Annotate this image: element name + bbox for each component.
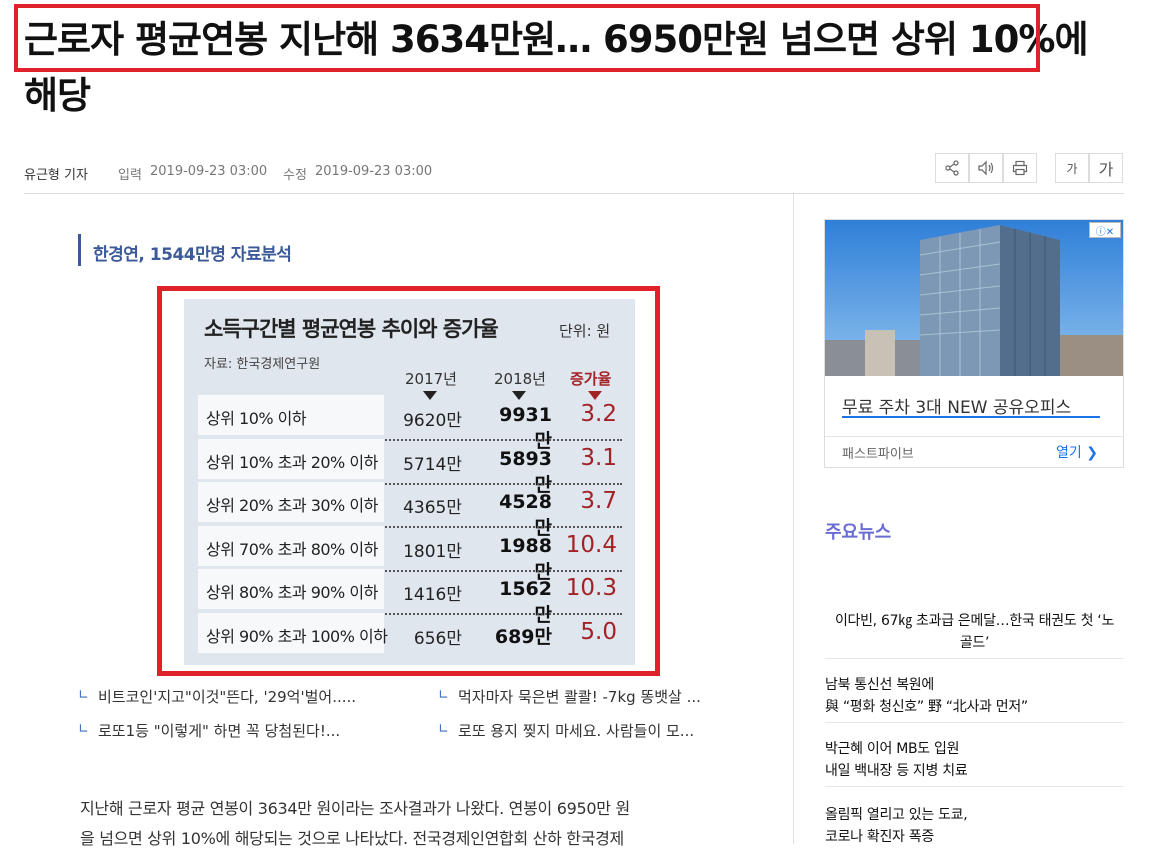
main-news-item[interactable]: 올림픽 열리고 있는 도쿄, 코로나 확진자 폭증 [825,804,1124,848]
main-news-line: 내일 백내장 등 지병 치료 [825,763,968,779]
listen-button[interactable] [969,153,1003,183]
link-corner-icon: ∟ [438,688,449,703]
related-link[interactable]: 로또 용지 찢지 마세요. 사람들이 모... [458,720,694,741]
font-decrease-button[interactable]: 가 [1055,153,1089,183]
ad-divider [825,436,1123,437]
font-increase-button[interactable]: 가 [1089,153,1123,183]
news-divider [825,722,1124,723]
ad-title-underline [842,416,1100,418]
infographic-highlight-box [157,286,660,676]
news-divider [825,786,1124,787]
main-news-line: 與 “평화 청신호” 野 “北사과 먼저” [825,699,1028,715]
speaker-icon [978,160,994,176]
article-body-line: 을 넘으면 상위 10%에 해당되는 것으로 나타났다. 전국경제인연합회 산하… [80,829,624,848]
ad-title[interactable]: 무료 주차 3대 NEW 공유오피스 [842,393,1071,418]
main-news-item[interactable]: 이다빈, 67㎏ 초과급 은메달…한국 태권도 첫 ‘노골드’ [825,610,1124,654]
print-icon [1012,160,1028,176]
related-link[interactable]: 먹자마자 묵은변 콸콸! -7kg 똥뱃살 ... [458,686,701,707]
subheading-bar [78,234,81,266]
main-news-item[interactable]: 남북 통신선 복원에 與 “평화 청신호” 野 “北사과 먼저” [825,674,1124,718]
input-date: 2019-09-23 03:00 [150,164,268,179]
sidebar-ad[interactable]: ⓘ✕ 무료 주차 3대 NEW 공유오피스 패스트파이브 열기 ❯ [824,219,1124,468]
office-building-image [825,220,1123,376]
print-button[interactable] [1003,153,1037,183]
link-corner-icon: ∟ [78,688,89,703]
related-link[interactable]: 비트코인'지고"이것"뜬다, '29억'벌어..... [98,686,356,707]
ad-advertiser: 패스트파이브 [842,447,914,462]
headline-highlight-box [14,4,1040,72]
column-divider [793,194,794,844]
main-news-line: 남북 통신선 복원에 [825,677,934,693]
main-news-line: 박근혜 이어 MB도 입원 [825,741,960,757]
reporter-name[interactable]: 유근형 기자 [24,164,88,183]
main-news-line: 골드’ [959,635,990,651]
main-news-item[interactable]: 박근혜 이어 MB도 입원내일 백내장 등 지병 치료 [825,738,1124,782]
share-icon [945,160,959,176]
edit-label: 수정 [283,168,307,183]
link-corner-icon: ∟ [438,722,449,737]
input-label: 입력 [118,168,142,183]
main-news-line: 이다빈, 67㎏ 초과급 은메달…한국 태권도 첫 ‘노 [834,613,1115,629]
article-subheading: 한경연, 1544만명 자료분석 [93,245,292,265]
news-divider [825,658,1124,659]
article-body-line: 지난해 근로자 평균 연봉이 3634만 원이라는 조사결과가 나왔다. 연봉이… [80,799,630,818]
main-news-line: 올림픽 열리고 있는 도쿄, [825,807,968,823]
header-divider [24,193,1124,194]
link-corner-icon: ∟ [78,722,89,737]
share-button[interactable] [935,153,969,183]
related-link[interactable]: 로또1등 "이렇게" 하면 꼭 당첨된다!... [98,720,340,741]
main-news-line: 코로나 확진자 폭증 [825,829,934,845]
ad-open-button[interactable]: 열기 ❯ [1056,442,1098,462]
ad-choices-icon[interactable]: ⓘ✕ [1089,222,1121,238]
edit-date: 2019-09-23 03:00 [315,164,433,179]
main-news-title: 주요뉴스 [825,522,892,543]
